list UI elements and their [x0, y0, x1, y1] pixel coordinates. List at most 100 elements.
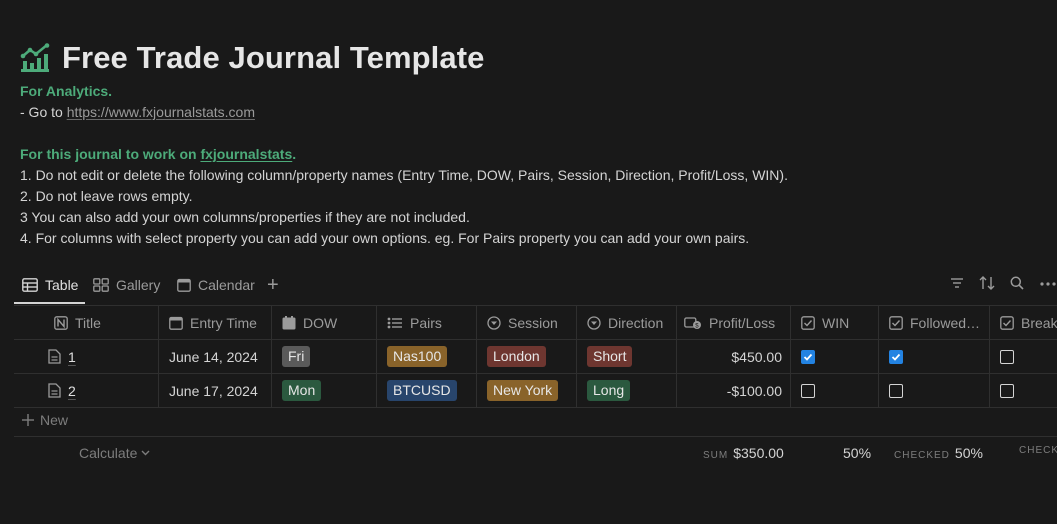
direction-cell[interactable]: Long — [577, 374, 677, 407]
fxjournalstats-link[interactable]: fxjournalstats — [200, 146, 292, 162]
entry-time-cell[interactable]: June 14, 2024 — [159, 340, 272, 373]
followed-cell — [879, 340, 990, 373]
direction-tag: Short — [587, 346, 633, 367]
entry-time-cell[interactable]: June 17, 2024 — [159, 374, 272, 407]
direction-tag: Long — [587, 380, 631, 401]
tab-label: Calendar — [198, 277, 255, 293]
checkbox-icon — [801, 315, 815, 330]
tab-calendar[interactable]: Calendar — [177, 270, 255, 300]
page-icon — [48, 349, 61, 364]
session-cell[interactable]: New York — [477, 374, 577, 407]
work-suffix: . — [292, 146, 297, 162]
checkbox-icon — [1000, 315, 1014, 330]
tab-gallery[interactable]: Gallery — [93, 270, 160, 300]
sum-value: $350.00 — [733, 445, 784, 461]
checked-label: CHECKED — [894, 450, 950, 461]
column-header-pairs[interactable]: Pairs — [377, 306, 477, 339]
row-title[interactable]: 1 — [68, 349, 76, 365]
journal-table: Title Entry Time DOW Pairs Session Direc… — [14, 305, 1057, 408]
followed-checkbox[interactable] — [889, 383, 903, 398]
profit-loss-cell[interactable]: $450.00 — [677, 340, 791, 373]
gallery-icon — [93, 278, 109, 292]
column-header-break[interactable]: Break — [990, 306, 1057, 339]
pairs-cell[interactable]: Nas100 — [377, 340, 477, 373]
followed-cell — [879, 374, 990, 407]
column-header-title[interactable]: Title — [14, 306, 159, 339]
profit-loss-sum[interactable]: SUM $350.00 — [703, 445, 784, 461]
page-icon — [48, 383, 61, 398]
win-cell — [791, 374, 879, 407]
search-icon[interactable] — [1010, 276, 1024, 290]
win-checkbox[interactable] — [801, 349, 815, 364]
followed-percent-value: 50% — [954, 445, 983, 461]
column-header-entry-time[interactable]: Entry Time — [159, 306, 272, 339]
column-label: Direction — [608, 314, 664, 331]
column-label: Title — [75, 314, 101, 331]
view-tabs-bar: Table Gallery Calendar + — [14, 270, 1057, 304]
profit-loss-cell[interactable]: -$100.00 — [677, 374, 791, 407]
dow-cell[interactable]: Mon — [272, 374, 377, 407]
column-header-profit-loss[interactable]: $ Profit/Loss — [677, 306, 791, 339]
filter-icon[interactable] — [950, 276, 964, 290]
page-header: Free Trade Journal Template — [20, 38, 485, 78]
page-title[interactable]: Free Trade Journal Template — [62, 40, 485, 76]
multi-select-icon — [387, 316, 403, 330]
column-label: Followed… — [910, 314, 981, 331]
fxjournalstats-url-link[interactable]: https://www.fxjournalstats.com — [67, 104, 255, 120]
table-row[interactable]: 2 June 17, 2024 Mon BTCUSD New York Long… — [14, 373, 1057, 408]
title-icon — [54, 315, 68, 330]
goto-prefix: - Go to — [20, 104, 67, 120]
followed-percent[interactable]: CHECKED 50% — [894, 445, 983, 461]
win-percent[interactable]: 50% — [843, 445, 871, 461]
win-checkbox[interactable] — [801, 383, 815, 398]
win-cell — [791, 340, 879, 373]
break-checkbox[interactable] — [1000, 383, 1014, 398]
calculate-button[interactable]: Calculate — [79, 445, 150, 461]
rule-line: 2. Do not leave rows empty. — [20, 188, 193, 204]
active-tab-indicator — [14, 302, 85, 304]
session-cell[interactable]: London — [477, 340, 577, 373]
win-percent-value: 50% — [843, 445, 872, 461]
title-cell[interactable]: 1 — [14, 340, 159, 373]
date-icon — [169, 316, 183, 330]
column-header-session[interactable]: Session — [477, 306, 577, 339]
session-tag: New York — [487, 380, 559, 401]
column-header-followed[interactable]: Followed… — [879, 306, 990, 339]
calendar-icon — [177, 278, 191, 292]
analytics-heading: For Analytics. — [20, 83, 113, 99]
work-prefix: For this journal to work on — [20, 146, 201, 162]
column-header-direction[interactable]: Direction — [577, 306, 677, 339]
new-row-button[interactable]: New — [14, 404, 1057, 437]
column-label: Break — [1021, 314, 1057, 331]
pairs-cell[interactable]: BTCUSD — [377, 374, 477, 407]
title-cell[interactable]: 2 — [14, 374, 159, 407]
break-checked-label: CHECK — [1019, 445, 1057, 456]
column-label: DOW — [303, 314, 338, 331]
break-checkbox[interactable] — [1000, 349, 1014, 364]
column-header-dow[interactable]: DOW — [272, 306, 377, 339]
direction-cell[interactable]: Short — [577, 340, 677, 373]
tab-table[interactable]: Table — [22, 270, 78, 300]
pair-tag: BTCUSD — [387, 380, 457, 401]
break-cell — [990, 340, 1057, 373]
table-row[interactable]: 1 June 14, 2024 Fri Nas100 London Short … — [14, 339, 1057, 373]
formula-icon — [282, 315, 296, 330]
chart-growth-icon[interactable] — [20, 42, 52, 74]
plus-icon[interactable]: + — [267, 275, 279, 295]
dow-tag: Mon — [282, 380, 322, 401]
column-header-win[interactable]: WIN — [791, 306, 879, 339]
column-label: Session — [508, 314, 558, 331]
plus-icon — [22, 414, 34, 426]
rule-line: 3 You can also add your own columns/prop… — [20, 209, 470, 225]
break-aggregate[interactable]: CHECK — [1019, 445, 1057, 456]
work-line: For this journal to work on fxjournalsta… — [20, 146, 296, 162]
rule-line: 4. For columns with select property you … — [20, 230, 750, 246]
sort-icon[interactable] — [979, 276, 995, 290]
select-icon — [487, 315, 501, 330]
dow-cell[interactable]: Fri — [272, 340, 377, 373]
followed-checkbox[interactable] — [889, 349, 903, 364]
calculate-label: Calculate — [79, 445, 138, 461]
more-icon[interactable] — [1040, 282, 1056, 286]
row-title[interactable]: 2 — [68, 383, 76, 399]
chevron-down-icon — [141, 450, 150, 456]
